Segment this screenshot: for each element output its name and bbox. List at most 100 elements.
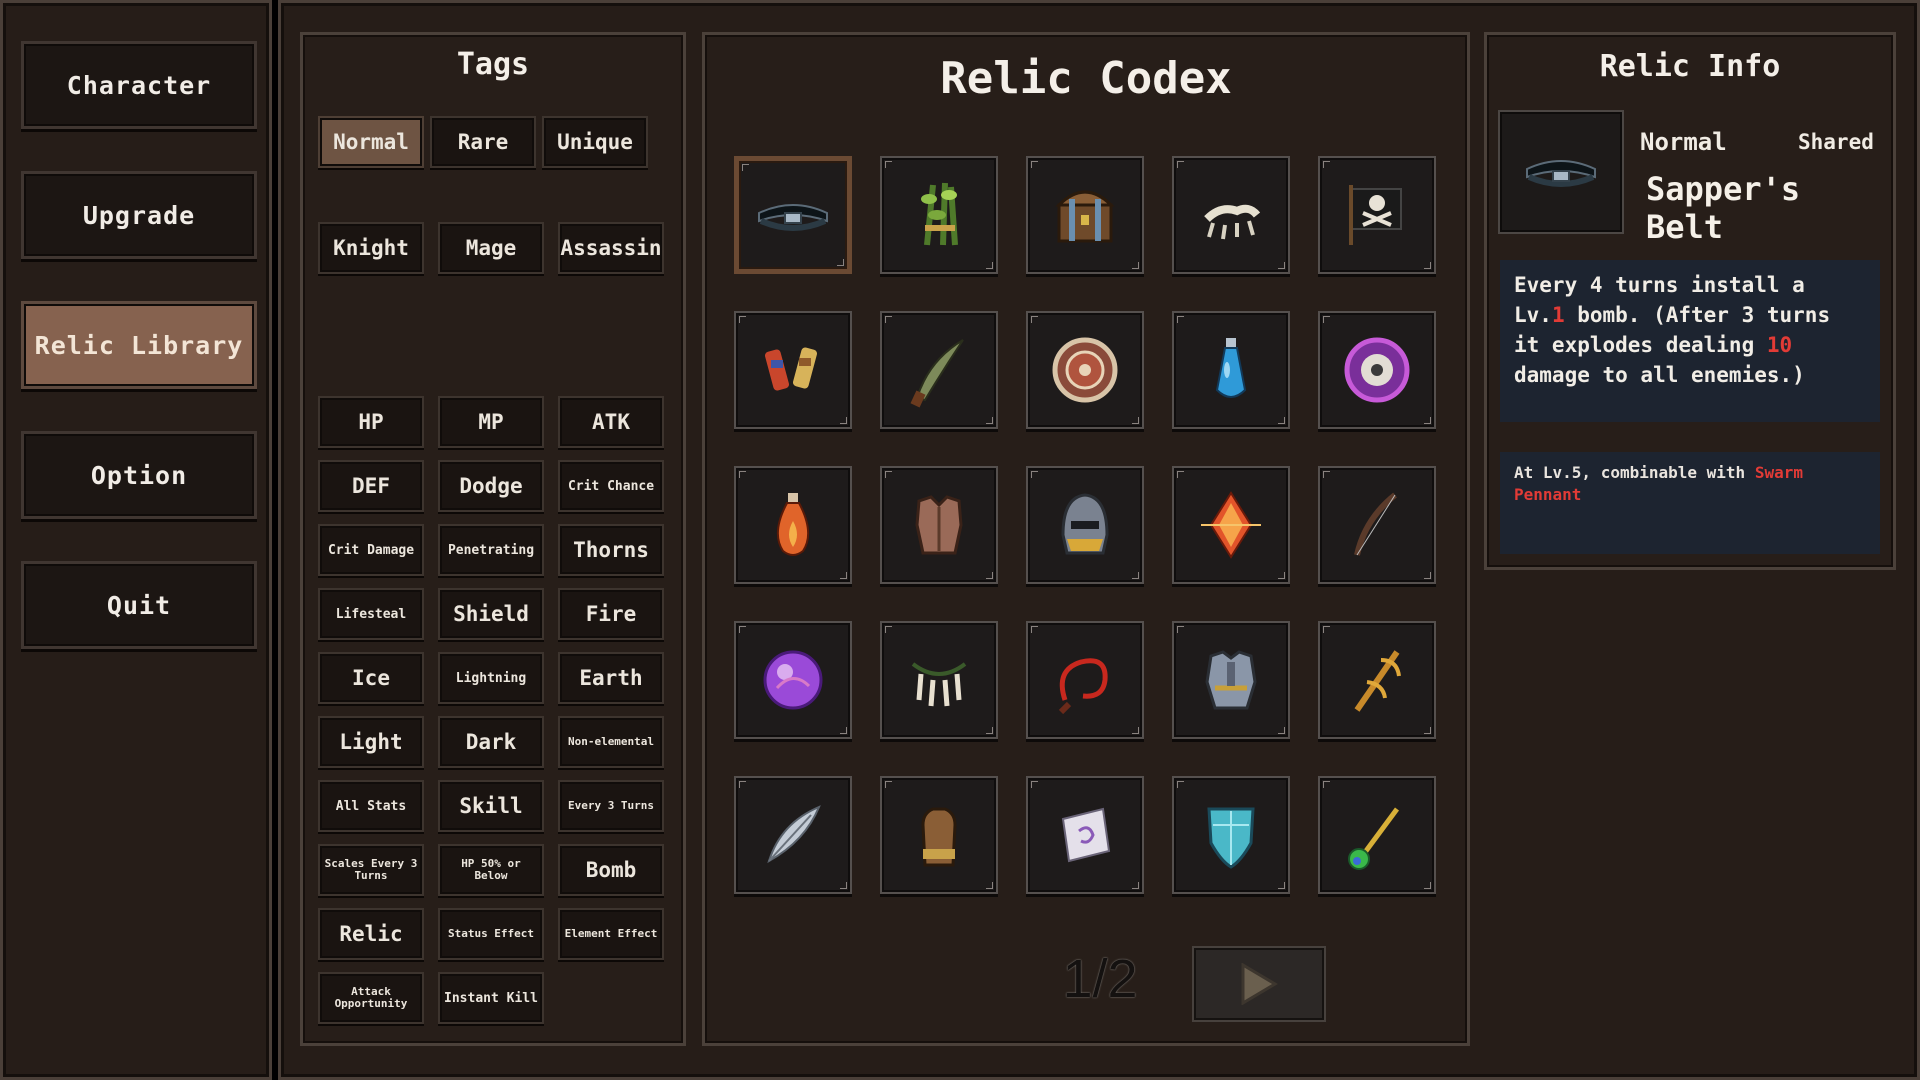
info-relic-icon: [1498, 110, 1624, 234]
belt-icon: [758, 204, 828, 231]
relic-slot[interactable]: [734, 776, 852, 894]
treasure-chest-icon: [1055, 190, 1115, 243]
description-damage-value: 10: [1766, 333, 1793, 357]
silver-feather-icon: [767, 805, 821, 864]
tag-element-effect-button[interactable]: Element Effect: [558, 908, 664, 960]
relic-description: Every 4 turns install a Lv.1 bomb. (Afte…: [1500, 260, 1880, 422]
magic-scroll-icon: [1061, 807, 1111, 863]
tag-normal-button[interactable]: Normal: [318, 116, 424, 168]
tag-assassin-button[interactable]: Assassin: [558, 222, 664, 274]
tag-fire-button[interactable]: Fire: [558, 588, 664, 640]
tag-light-button[interactable]: Light: [318, 716, 424, 768]
relic-slot[interactable]: [1318, 466, 1436, 584]
tag-non-elemental-button[interactable]: Non-elemental: [558, 716, 664, 768]
golden-staff-icon: [1354, 650, 1401, 712]
description-level-value: 1: [1551, 303, 1565, 327]
relic-slot[interactable]: [1026, 156, 1144, 274]
tag-scales-every-3-turns-button[interactable]: Scales Every 3 Turns: [318, 844, 424, 896]
menu-relic-library-button[interactable]: Relic Library: [21, 301, 257, 389]
relic-slot[interactable]: [1172, 776, 1290, 894]
tag-mp-button[interactable]: MP: [438, 396, 544, 448]
tag-dark-button[interactable]: Dark: [438, 716, 544, 768]
relic-slot[interactable]: [1026, 776, 1144, 894]
knight-helmet-icon: [1061, 493, 1109, 555]
tag-skill-button[interactable]: Skill: [438, 780, 544, 832]
tag-instant-kill-button[interactable]: Instant Kill: [438, 972, 544, 1024]
relic-slot[interactable]: [1172, 466, 1290, 584]
tag-all-stats-button[interactable]: All Stats: [318, 780, 424, 832]
relic-slot[interactable]: [1026, 466, 1144, 584]
codex-title: Relic Codex: [940, 53, 1232, 104]
tag-hp-button[interactable]: HP: [318, 396, 424, 448]
relic-slot[interactable]: [1318, 621, 1436, 739]
steel-armor-icon: [1205, 650, 1257, 710]
tag-shield-button[interactable]: Shield: [438, 588, 544, 640]
relic-slot[interactable]: [734, 621, 852, 739]
dark-bow-icon: [1354, 492, 1397, 556]
relic-slot[interactable]: [1026, 311, 1144, 429]
blue-potion-icon: [1215, 338, 1247, 398]
tag-atk-button[interactable]: ATK: [558, 396, 664, 448]
tag-knight-button[interactable]: Knight: [318, 222, 424, 274]
crystal-shield-icon: [1207, 807, 1255, 869]
gem-wand-icon: [1348, 807, 1400, 870]
relic-slot[interactable]: [880, 466, 998, 584]
tag-dodge-button[interactable]: Dodge: [438, 460, 544, 512]
relic-combo-info: At Lv.5, combinable with Swarm Pennant: [1500, 452, 1880, 554]
purple-orb-icon: [763, 650, 823, 710]
next-page-button[interactable]: [1192, 946, 1326, 1022]
relic-slot[interactable]: [880, 311, 998, 429]
relic-slot[interactable]: [734, 466, 852, 584]
relic-slot[interactable]: [880, 621, 998, 739]
bone-claws-icon: [1204, 204, 1261, 240]
tag-def-button[interactable]: DEF: [318, 460, 424, 512]
relic-name: Sapper's Belt: [1646, 170, 1801, 246]
leather-armor-icon: [915, 495, 963, 555]
relic-rarity-label: Normal: [1640, 128, 1727, 156]
relic-slot[interactable]: [1318, 776, 1436, 894]
tag-lifesteal-button[interactable]: Lifesteal: [318, 588, 424, 640]
tag-hp-50-or-below-button[interactable]: HP 50% or Below: [438, 844, 544, 896]
relic-slot[interactable]: [1172, 621, 1290, 739]
relic-shared-label: Shared: [1798, 130, 1874, 154]
tag-penetrating-button[interactable]: Penetrating: [438, 524, 544, 576]
purple-eye-orb-icon: [1344, 337, 1410, 403]
menu-character-button[interactable]: Character: [21, 41, 257, 129]
tag-ice-button[interactable]: Ice: [318, 652, 424, 704]
tag-bomb-button[interactable]: Bomb: [558, 844, 664, 896]
pirate-flag-icon: [1349, 185, 1402, 245]
menu-upgrade-button[interactable]: Upgrade: [21, 171, 257, 259]
tag-relic-button[interactable]: Relic: [318, 908, 424, 960]
tag-unique-button[interactable]: Unique: [542, 116, 648, 168]
info-title: Relic Info: [1599, 49, 1781, 84]
round-shield-icon: [1052, 337, 1118, 403]
relic-slot[interactable]: [1172, 156, 1290, 274]
relic-slot[interactable]: [1172, 311, 1290, 429]
relic-slot[interactable]: [734, 156, 852, 274]
curved-blade-icon: [910, 339, 964, 408]
play-arrow-icon: [1241, 963, 1278, 1005]
tag-crit-chance-button[interactable]: Crit Chance: [558, 460, 664, 512]
menu-option-button[interactable]: Option: [21, 431, 257, 519]
relic-slot[interactable]: [1318, 311, 1436, 429]
fire-crystal-icon: [1201, 491, 1261, 559]
tag-mage-button[interactable]: Mage: [438, 222, 544, 274]
relic-slot[interactable]: [880, 776, 998, 894]
tag-crit-damage-button[interactable]: Crit Damage: [318, 524, 424, 576]
tag-thorns-button[interactable]: Thorns: [558, 524, 664, 576]
tag-every-3-turns-button[interactable]: Every 3 Turns: [558, 780, 664, 832]
relic-slot[interactable]: [880, 156, 998, 274]
tag-status-effect-button[interactable]: Status Effect: [438, 908, 544, 960]
tag-rare-button[interactable]: Rare: [430, 116, 536, 168]
tags-title: Tags: [456, 47, 530, 82]
relic-slot[interactable]: [1026, 621, 1144, 739]
leather-glove-icon: [921, 807, 957, 867]
relic-slot[interactable]: [1318, 156, 1436, 274]
menu-quit-button[interactable]: Quit: [21, 561, 257, 649]
herb-bundle-icon: [921, 182, 958, 246]
tag-earth-button[interactable]: Earth: [558, 652, 664, 704]
tag-lightning-button[interactable]: Lightning: [438, 652, 544, 704]
description-text-3: damage to all enemies.): [1514, 363, 1805, 387]
tag-attack-opportunity-button[interactable]: Attack Opportunity: [318, 972, 424, 1024]
relic-slot[interactable]: [734, 311, 852, 429]
